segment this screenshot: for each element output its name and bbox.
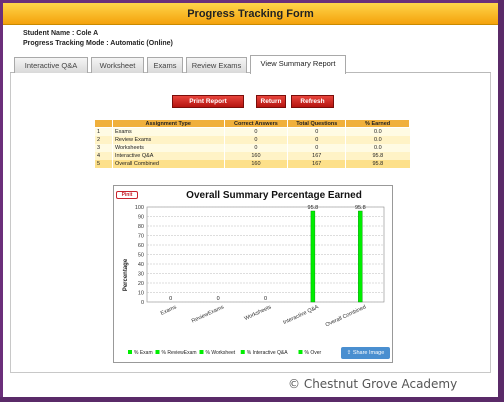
legend-swatch [199, 350, 204, 354]
row-total-questions: 167 [287, 151, 346, 160]
row-total-questions: 0 [287, 143, 346, 152]
y-tick-label: 80 [138, 224, 144, 230]
data-label: 0 [264, 296, 267, 302]
col-header-percent-earned: % Earned [345, 119, 410, 128]
x-tick-label: Overall Combined [325, 304, 367, 328]
window-frame-left [0, 0, 3, 402]
tab-bar: Interactive Q&A Worksheet Exams Review E… [10, 55, 491, 74]
row-correct-answers: 0 [223, 143, 288, 152]
tab-view-summary-report[interactable]: View Summary Report [250, 55, 346, 74]
legend-entry: % Over [305, 350, 322, 356]
y-tick-label: 30 [138, 272, 144, 278]
y-tick-label: 60 [138, 243, 144, 249]
legend-swatch [298, 350, 303, 354]
y-tick-label: 70 [138, 234, 144, 240]
print-report-button[interactable]: Print Report [172, 95, 244, 108]
data-label: 95.8 [355, 205, 366, 211]
return-button[interactable]: Return [256, 95, 286, 108]
table-row-overall: 5 Overall Combined 160 167 95.8 [94, 159, 410, 168]
summary-table: Assignment Type Correct Answers Total Qu… [94, 119, 410, 168]
row-percent-earned: 0.0 [345, 127, 410, 136]
x-tick-label: Interactive Q&A [282, 304, 320, 326]
row-number: 4 [94, 151, 113, 160]
pinit-button[interactable]: Pinit [116, 191, 138, 199]
x-tick-label: ReviewExams [191, 304, 225, 324]
form-title: Progress Tracking Form [3, 3, 498, 25]
row-number: 2 [94, 135, 113, 144]
tab-exams[interactable]: Exams [147, 57, 183, 73]
row-assignment-type: Worksheets [111, 143, 225, 152]
col-header-number [94, 119, 113, 128]
tab-worksheet[interactable]: Worksheet [91, 57, 144, 73]
row-number: 1 [94, 127, 113, 136]
chart-title: Overall Summary Percentage Earned [186, 190, 362, 201]
window-frame-bottom [0, 397, 504, 402]
row-assignment-type: Overall Combined [111, 159, 225, 168]
row-assignment-type: Interactive Q&A [111, 151, 225, 160]
data-label: 95.8 [308, 205, 319, 211]
legend-entry: % Exam [134, 350, 153, 356]
student-name: Student Name : Cole A [23, 30, 99, 37]
chart-svg: Overall Summary Percentage Earned Percen… [123, 190, 385, 356]
y-tick-label: 40 [138, 262, 144, 268]
legend-entry: % Interactive Q&A [247, 350, 289, 356]
row-percent-earned: 0.0 [345, 143, 410, 152]
legend-swatch [155, 350, 160, 354]
x-tick-label: Exams [160, 304, 178, 317]
y-tick-label: 50 [138, 253, 144, 259]
table-row: 3 Worksheets 0 0 0.0 [94, 143, 410, 152]
bar [310, 210, 316, 303]
row-total-questions: 0 [287, 135, 346, 144]
tracking-mode: Progress Tracking Mode : Automatic (Onli… [23, 40, 173, 47]
x-tick-label: Worksheets [244, 304, 273, 322]
row-percent-earned: 95.8 [345, 159, 410, 168]
row-percent-earned: 0.0 [345, 135, 410, 144]
y-tick-label: 10 [138, 291, 144, 297]
summary-chart: Overall Summary Percentage Earned Percen… [113, 185, 393, 363]
legend-entry: % ReviewExam [162, 350, 197, 356]
row-correct-answers: 160 [223, 159, 288, 168]
tab-review-exams[interactable]: Review Exams [186, 57, 247, 73]
row-number: 5 [94, 159, 113, 168]
row-total-questions: 167 [287, 159, 346, 168]
col-header-total-questions: Total Questions [287, 119, 347, 128]
row-total-questions: 0 [287, 127, 346, 136]
table-header-row: Assignment Type Correct Answers Total Qu… [94, 119, 410, 128]
share-image-label: Share Image [352, 350, 385, 356]
bar [358, 210, 363, 303]
table-row: 1 Exams 0 0 0.0 [94, 127, 410, 136]
table-row: 4 Interactive Q&A 160 167 95.8 [94, 151, 410, 160]
table-row: 2 Review Exams 0 0 0.0 [94, 135, 410, 144]
legend-entry: % Worksheet [206, 350, 236, 356]
y-tick-label: 0 [141, 300, 144, 306]
tab-interactive-qa[interactable]: Interactive Q&A [14, 57, 88, 73]
row-number: 3 [94, 143, 113, 152]
col-header-correct-answers: Correct Answers [223, 119, 289, 128]
row-assignment-type: Review Exams [111, 135, 225, 144]
legend-swatch [240, 350, 245, 354]
chart-y-axis-label: Percentage [123, 258, 129, 291]
window-frame-right [498, 0, 504, 402]
row-assignment-type: Exams [111, 127, 225, 136]
y-tick-label: 90 [138, 215, 144, 221]
row-percent-earned: 95.8 [345, 151, 410, 160]
legend-swatch [128, 350, 132, 354]
data-label: 0 [217, 296, 220, 302]
share-image-button[interactable]: ⇪ Share Image [341, 347, 390, 359]
row-correct-answers: 160 [223, 151, 288, 160]
row-correct-answers: 0 [223, 135, 288, 144]
data-label: 0 [169, 296, 172, 302]
refresh-button[interactable]: Refresh [291, 95, 334, 108]
y-tick-label: 20 [138, 281, 144, 287]
student-info: Student Name : Cole A Progress Tracking … [23, 29, 173, 49]
y-tick-label: 100 [135, 205, 144, 211]
row-correct-answers: 0 [223, 127, 288, 136]
col-header-assignment-type: Assignment Type [111, 119, 225, 128]
watermark: © Chestnut Grove Academy [288, 377, 458, 391]
